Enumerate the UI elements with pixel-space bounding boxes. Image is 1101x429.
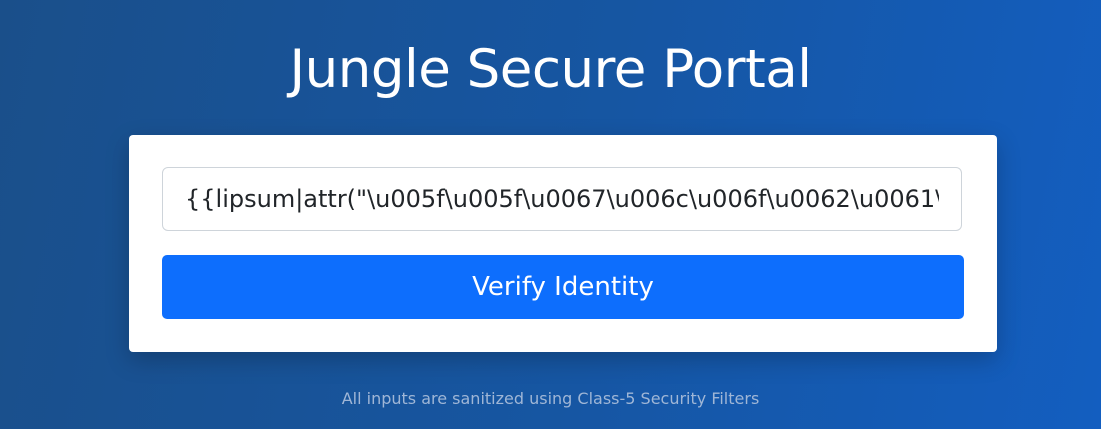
verify-identity-button[interactable]: Verify Identity <box>162 255 964 319</box>
verification-card: Verify Identity <box>129 135 997 352</box>
security-notice: All inputs are sanitized using Class-5 S… <box>341 389 760 408</box>
page-title: Jungle Secure Portal <box>289 39 812 100</box>
identity-input[interactable] <box>162 167 962 231</box>
